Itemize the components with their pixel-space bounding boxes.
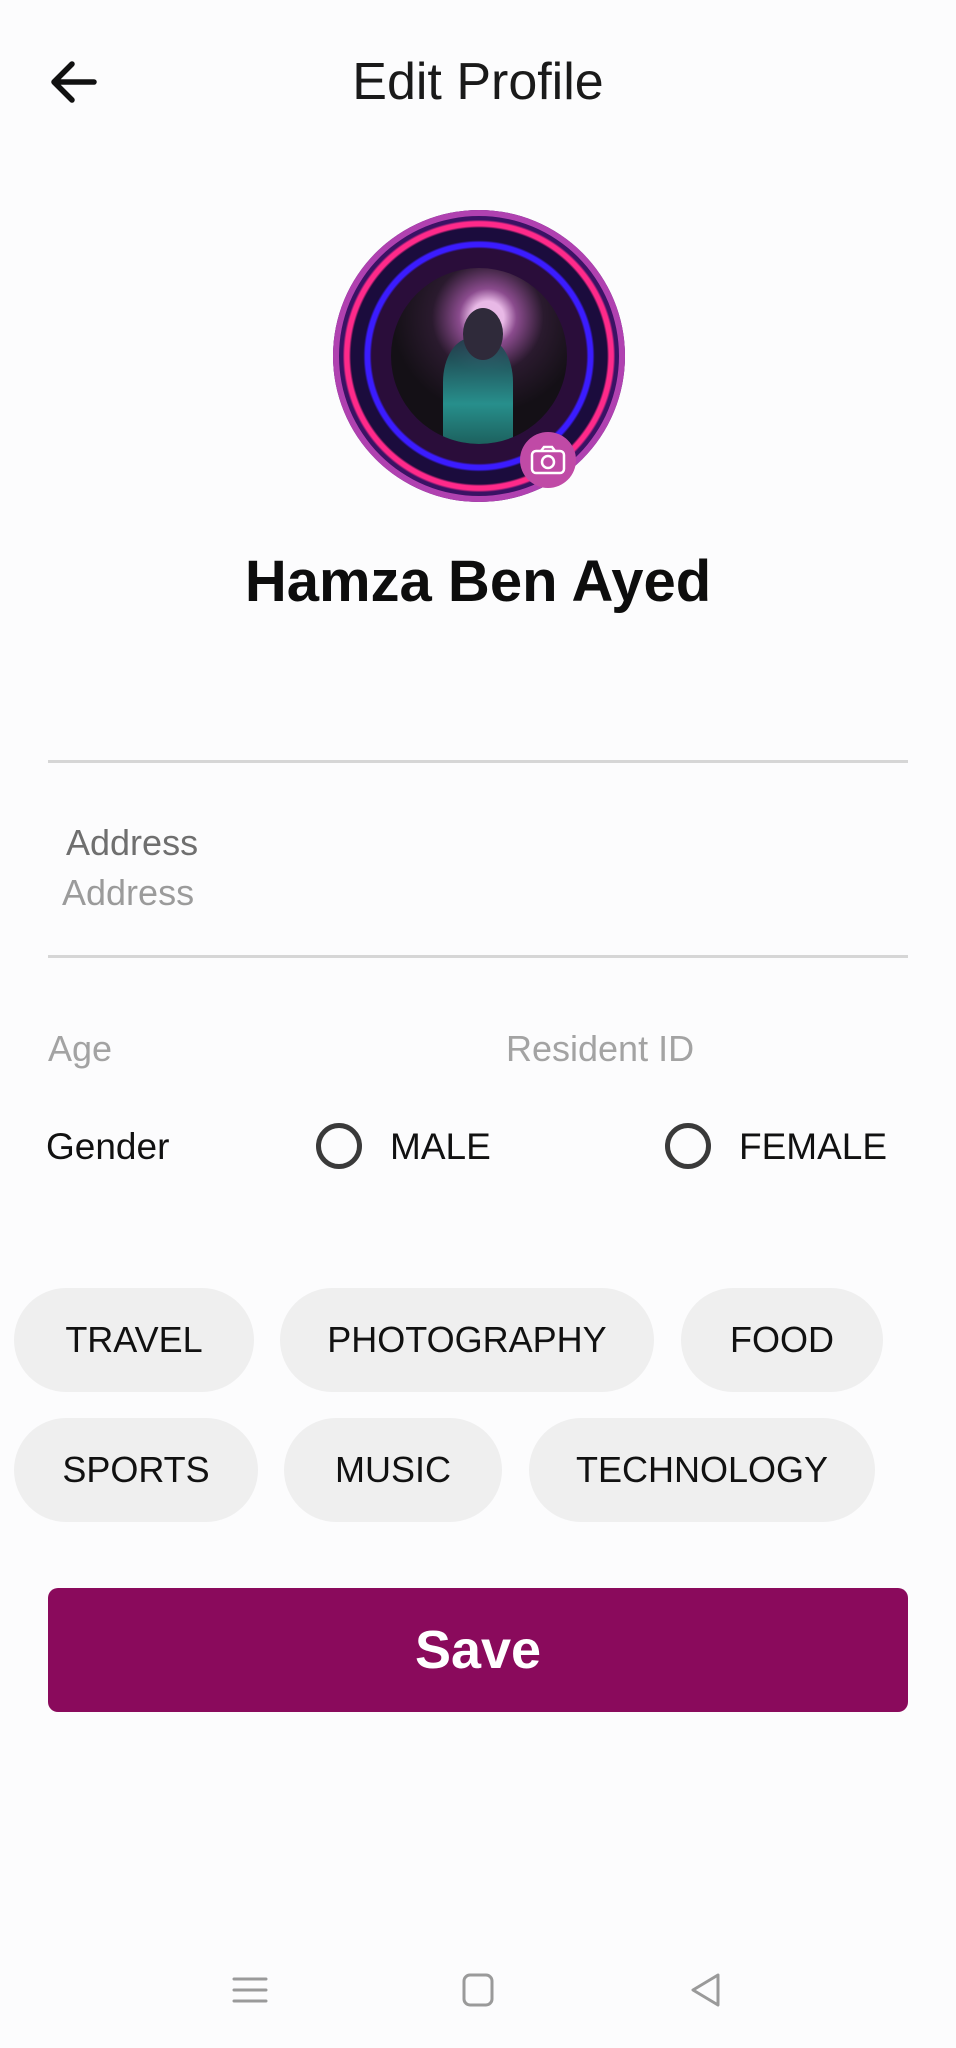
- camera-icon: [530, 445, 566, 475]
- age-input[interactable]: Age: [48, 1028, 112, 1070]
- female-label[interactable]: FEMALE: [739, 1126, 887, 1168]
- home-button[interactable]: [458, 1970, 498, 2010]
- gender-label: Gender: [46, 1126, 170, 1167]
- home-square-icon: [462, 1973, 494, 2007]
- address-label: Address: [66, 822, 199, 863]
- chip-photography[interactable]: PHOTOGRAPHY: [280, 1288, 654, 1392]
- chip-food[interactable]: FOOD: [681, 1288, 883, 1392]
- profile-name: Hamza Ben Ayed: [244, 549, 712, 614]
- chip-music[interactable]: MUSIC: [284, 1418, 502, 1522]
- resident-id-input[interactable]: Resident ID: [506, 1028, 694, 1070]
- chip-technology[interactable]: TECHNOLOGY: [529, 1418, 875, 1522]
- chip-sports[interactable]: SPORTS: [14, 1418, 258, 1522]
- page-title: Edit Profile: [352, 53, 604, 111]
- male-label[interactable]: MALE: [390, 1126, 491, 1168]
- female-radio[interactable]: [665, 1123, 711, 1169]
- menu-button[interactable]: [230, 1970, 270, 2010]
- divider: [48, 760, 908, 763]
- address-input[interactable]: [62, 872, 862, 914]
- chip-travel[interactable]: TRAVEL: [14, 1288, 254, 1392]
- save-button[interactable]: Save: [48, 1588, 908, 1712]
- change-photo-button[interactable]: [520, 432, 576, 488]
- male-radio[interactable]: [316, 1123, 362, 1169]
- back-triangle-icon: [691, 1973, 720, 2007]
- system-back-button[interactable]: [686, 1970, 726, 2010]
- menu-icon: [232, 1977, 268, 2003]
- avatar[interactable]: [333, 210, 625, 502]
- address-underline: [48, 955, 908, 958]
- profile-photo: [391, 268, 567, 444]
